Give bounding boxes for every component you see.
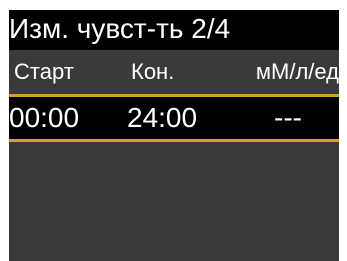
column-header-start: Старт (14, 59, 74, 84)
column-header-unit: мМ/л/ед (255, 59, 339, 84)
row-start-time[interactable]: 00:00 (9, 101, 79, 135)
pump-screen: Изм. чувст-ть 2/4 Старт Кон. мМ/л/ед 00:… (9, 10, 339, 261)
title-bar: Изм. чувст-ть 2/4 (9, 10, 339, 50)
screen-title: Изм. чувст-ть 2/4 (9, 13, 231, 44)
row-sensitivity-value[interactable]: --- (274, 101, 302, 135)
empty-list-area (9, 142, 339, 261)
row-end-time[interactable]: 24:00 (127, 101, 197, 135)
table-row[interactable]: 00:00 24:00 --- (9, 97, 339, 139)
column-header-end: Кон. (131, 59, 175, 84)
column-header-row: Старт Кон. мМ/л/ед (9, 50, 339, 94)
